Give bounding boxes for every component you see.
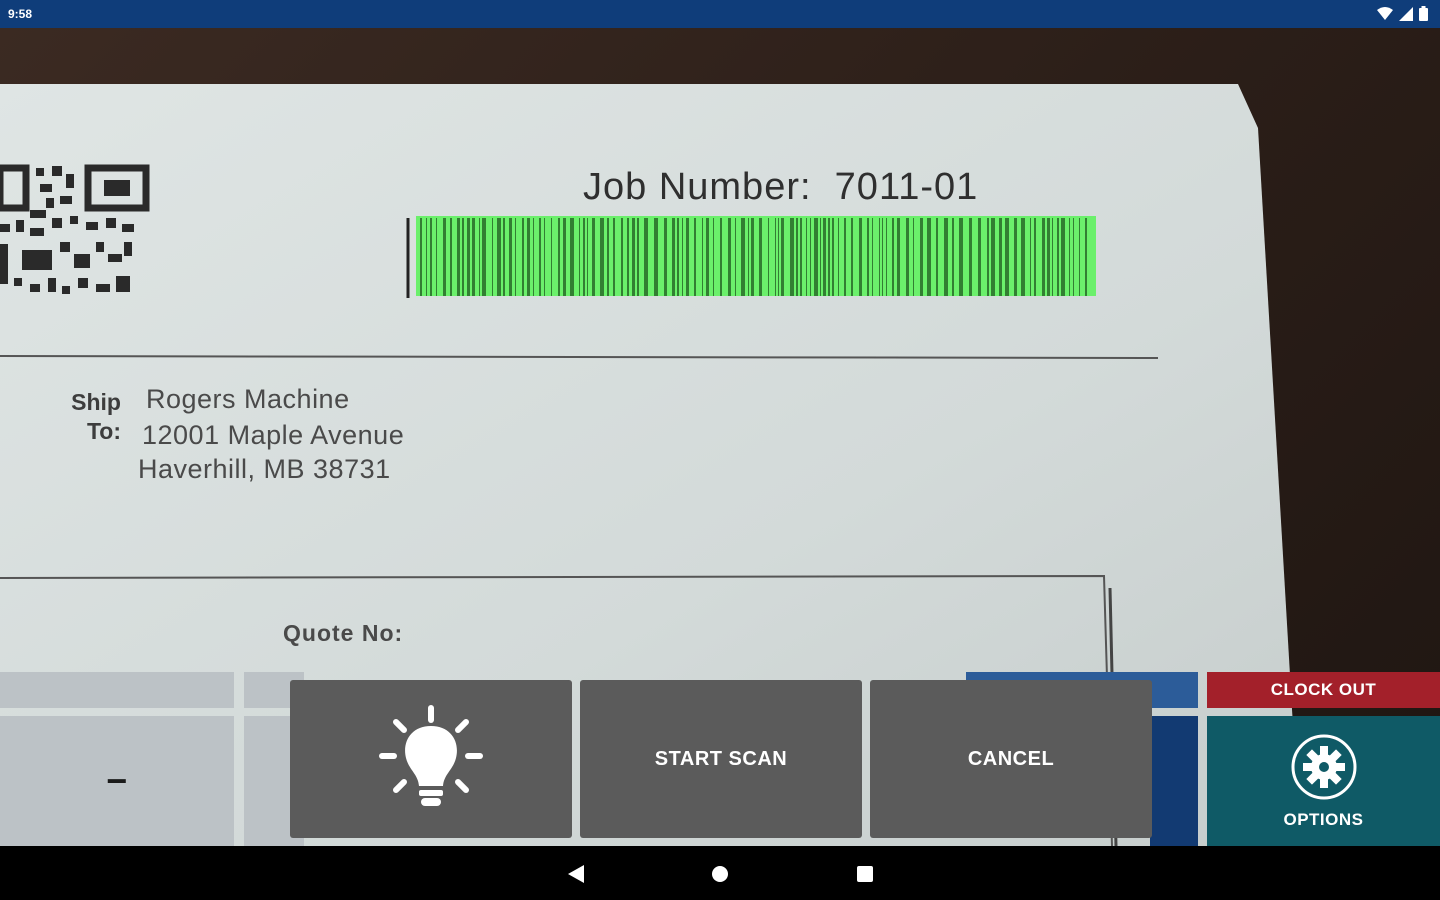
ship-to-label: Ship To: xyxy=(55,388,121,446)
lightbulb-icon xyxy=(379,705,483,806)
blue-tile xyxy=(1150,716,1198,846)
clock-out-button[interactable]: CLOCK OUT xyxy=(1207,672,1440,708)
options-label: OPTIONS xyxy=(1283,810,1364,829)
gear-icon xyxy=(1291,734,1356,800)
job-number-text: Job Number: 7011-01 xyxy=(583,166,978,209)
quote-number-label: Quote No: xyxy=(283,620,404,646)
ship-to-line-3: Haverhill, MB 38731 xyxy=(138,454,391,484)
back-icon[interactable] xyxy=(566,864,586,884)
cancel-button[interactable]: CANCEL xyxy=(870,680,1152,838)
home-icon[interactable] xyxy=(710,864,730,884)
signal-icon xyxy=(1399,6,1413,21)
job-number-value: 7011-01 xyxy=(834,166,979,208)
start-scan-button[interactable]: START SCAN xyxy=(580,680,862,838)
status-clock: 9:58 xyxy=(8,7,33,21)
flashlight-button[interactable] xyxy=(290,680,572,838)
status-icons xyxy=(1377,6,1428,21)
bottom-action-panel: − START SCAN CANCEL CLOCK OUT OPTIONS xyxy=(0,672,1440,846)
navigation-bar xyxy=(0,846,1440,900)
ship-to-line-1: Rogers Machine xyxy=(146,384,350,414)
minus-button[interactable]: − xyxy=(0,716,234,846)
options-button[interactable]: OPTIONS xyxy=(1207,716,1440,846)
status-bar: 9:58 xyxy=(0,0,1440,28)
ship-label-line1: Ship xyxy=(71,389,121,415)
keypad-tile xyxy=(0,672,234,708)
battery-icon xyxy=(1419,6,1428,21)
ship-to-line-2: 12001 Maple Avenue xyxy=(142,420,405,450)
barcode xyxy=(406,216,1096,298)
wifi-icon xyxy=(1377,6,1393,20)
ship-label-line2: To: xyxy=(86,418,121,444)
job-number-label: Job Number: xyxy=(583,166,812,208)
recents-icon[interactable] xyxy=(855,864,875,884)
